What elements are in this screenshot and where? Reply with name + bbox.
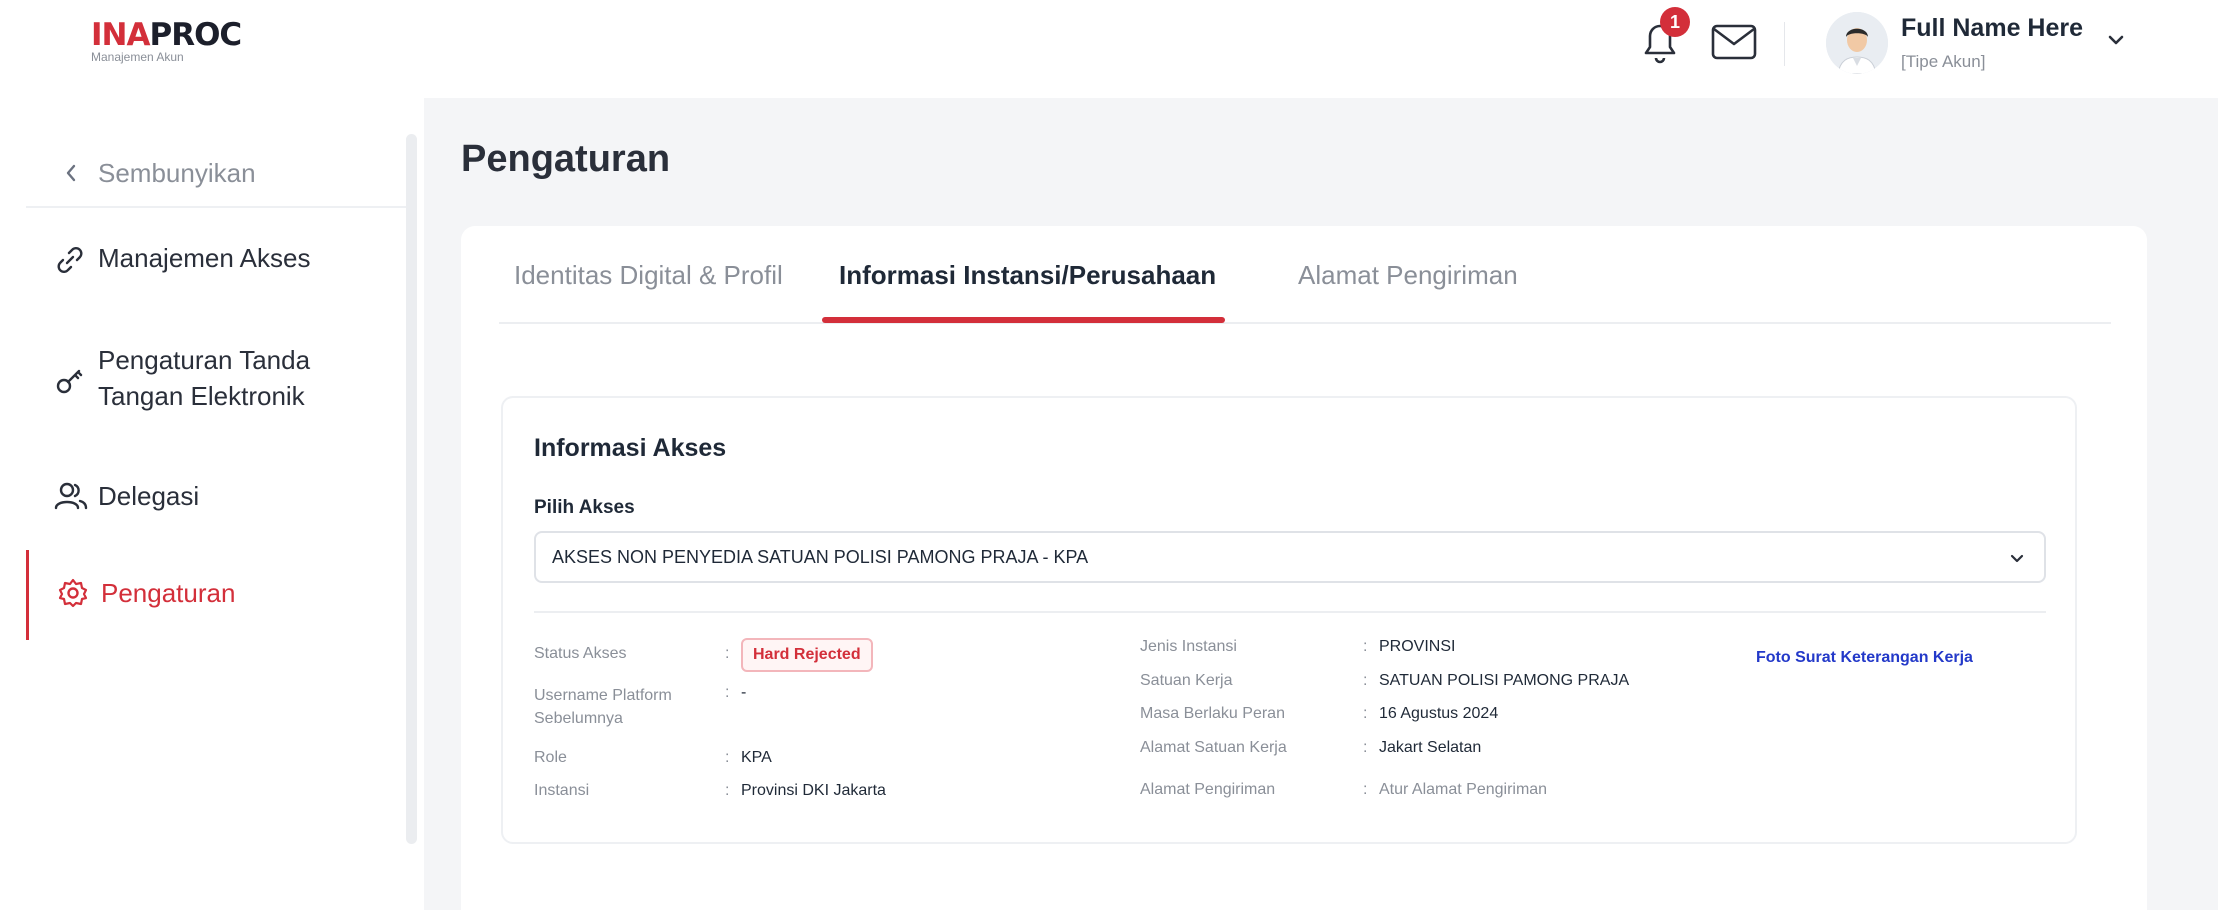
chevron-down-icon[interactable] (2104, 28, 2128, 52)
user-name[interactable]: Full Name Here (1901, 14, 2083, 43)
jenis-instansi-value: PROVINSI (1379, 638, 1456, 655)
sidebar-item-label: Pengaturan Tanda Tangan Elektronik (98, 345, 311, 411)
sidebar-item-label: Manajemen Akses (98, 243, 311, 273)
main-content: Pengaturan Identitas Digital & Profil In… (424, 98, 2218, 910)
tab-informasi-instansi[interactable]: Informasi Instansi/Perusahaan (839, 260, 1216, 291)
alamat-satuan-kerja-value: Jakart Selatan (1379, 739, 1482, 756)
user-avatar[interactable] (1826, 12, 1888, 74)
masa-berlaku-value: 16 Agustus 2024 (1379, 705, 1499, 722)
chevron-down-icon (2008, 549, 2026, 572)
tab-identitas-digital[interactable]: Identitas Digital & Profil (514, 260, 783, 291)
sidebar-item-pengaturan[interactable]: Pengaturan (26, 550, 406, 640)
masa-berlaku-label: Masa Berlaku Peran (1140, 705, 1285, 722)
instansi-label: Instansi (534, 782, 590, 799)
page-title: Pengaturan (461, 138, 671, 180)
tab-bar: Identitas Digital & Profil Informasi Ins… (499, 226, 2111, 324)
alamat-satuan-kerja-label: Alamat Satuan Kerja (1140, 739, 1287, 756)
separator: : (1363, 781, 1368, 798)
separator: : (725, 749, 730, 766)
sidebar-item-tanda-tangan[interactable]: Pengaturan Tanda Tangan Elektronik (26, 342, 406, 418)
divider (534, 611, 2046, 613)
top-header: INAPROC Manajemen Akun 1 Full Name Here … (0, 0, 2218, 98)
separator: : (1363, 638, 1368, 655)
foto-surat-keterangan-kerja-link[interactable]: Foto Surat Keterangan Kerja (1756, 649, 1973, 667)
settings-card: Identitas Digital & Profil Informasi Ins… (461, 226, 2147, 910)
sidebar-item-label: Pengaturan (101, 578, 236, 608)
sidebar-item-label: Delegasi (98, 481, 200, 511)
informasi-akses-panel: Informasi Akses Pilih Akses AKSES NON PE… (501, 396, 2077, 844)
key-icon (54, 364, 86, 401)
mail-icon[interactable] (1710, 22, 1758, 62)
pilih-akses-select[interactable]: AKSES NON PENYEDIA SATUAN POLISI PAMONG … (534, 531, 2046, 583)
separator: : (725, 645, 730, 662)
status-badge: Hard Rejected (741, 638, 873, 672)
users-icon (54, 480, 88, 517)
gear-icon (57, 577, 89, 614)
link-icon (54, 244, 86, 281)
separator: : (725, 782, 730, 799)
satuan-kerja-value: SATUAN POLISI PAMONG PRAJA (1379, 672, 1630, 689)
alamat-pengiriman-label: Alamat Pengiriman (1140, 781, 1276, 798)
separator: : (1363, 739, 1368, 756)
user-account-type: [Tipe Akun] (1901, 52, 1986, 71)
hide-sidebar-label: Sembunyikan (98, 158, 256, 188)
select-value: AKSES NON PENYEDIA SATUAN POLISI PAMONG … (552, 547, 1089, 567)
username-platform-value: - (741, 684, 747, 701)
sidebar-item-manajemen-akses[interactable]: Manajemen Akses (26, 240, 406, 280)
separator: : (1363, 672, 1368, 689)
tab-alamat-pengiriman[interactable]: Alamat Pengiriman (1298, 260, 1518, 291)
atur-alamat-pengiriman-link[interactable]: Atur Alamat Pengiriman (1379, 781, 1547, 799)
separator: : (725, 684, 730, 701)
role-value: KPA (741, 749, 772, 766)
satuan-kerja-label: Satuan Kerja (1140, 672, 1233, 689)
jenis-instansi-label: Jenis Instansi (1140, 638, 1237, 655)
separator: : (1363, 705, 1368, 722)
section-title: Informasi Akses (534, 434, 727, 462)
select-label: Pilih Akses (534, 497, 635, 518)
chevron-left-icon (66, 164, 76, 182)
logo-text: INAPROC (91, 17, 242, 53)
sidebar-scrollbar[interactable] (406, 134, 417, 844)
logo-ina: INA (91, 17, 150, 53)
sidebar-item-delegasi[interactable]: Delegasi (26, 478, 406, 518)
header-divider (1784, 22, 1785, 66)
notification-count-badge: 1 (1660, 7, 1690, 37)
hide-sidebar-button[interactable]: Sembunyikan (26, 138, 406, 208)
active-tab-indicator (822, 317, 1225, 323)
logo-proc: PROC (149, 17, 242, 53)
role-label: Role (534, 749, 567, 766)
status-akses-label: Status Akses (534, 645, 627, 662)
instansi-value: Provinsi DKI Jakarta (741, 782, 886, 799)
sidebar: Sembunyikan Manajemen Akses Pengaturan T… (0, 98, 424, 910)
username-platform-label: Username Platform Sebelumnya (534, 687, 672, 727)
inaproc-logo[interactable]: INAPROC Manajemen Akun (91, 17, 242, 64)
